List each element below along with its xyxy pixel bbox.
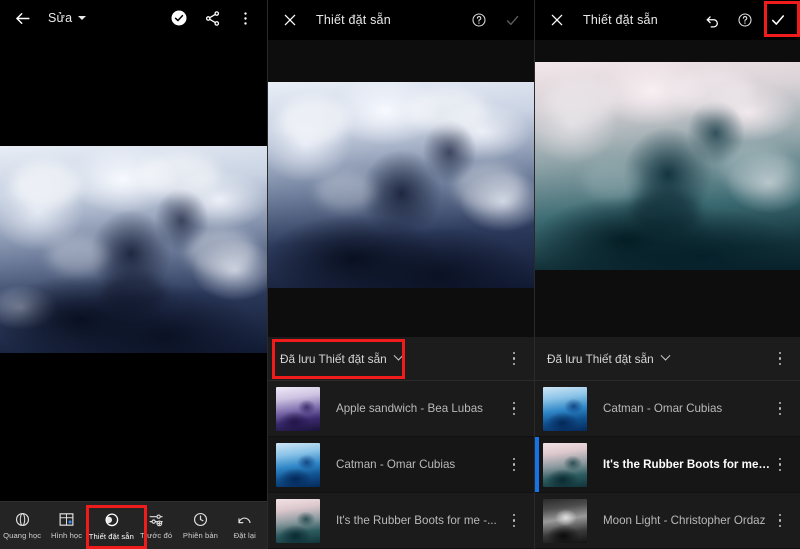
tool-previous[interactable]: Trước đó xyxy=(134,511,178,540)
panel-presets-browse: Thiết đặt sẵn xyxy=(267,0,534,549)
tool-label: Trước đó xyxy=(140,531,172,540)
tool-label: Hình học xyxy=(51,531,82,540)
saved-presets-label: Đã lưu Thiết đặt sẵn xyxy=(547,352,654,366)
panel-presets-applied: Thiết đặt sẵn xyxy=(534,0,800,549)
confirm-check-icon[interactable] xyxy=(500,8,524,32)
confirm-check-icon[interactable] xyxy=(766,8,790,32)
help-icon[interactable] xyxy=(467,8,491,32)
tool-presets[interactable]: Thiết đặt sẵn xyxy=(89,511,134,541)
saved-presets-label: Đã lưu Thiết đặt sẵn xyxy=(280,352,387,366)
previous-icon xyxy=(148,511,165,528)
presets-topbar: Thiết đặt sẵn xyxy=(268,0,534,40)
editor-title[interactable]: Sửa xyxy=(48,11,72,25)
chevron-down-icon[interactable] xyxy=(660,351,670,361)
preset-name: Catman - Omar Cubias xyxy=(336,458,505,471)
presets-applied-title: Thiết đặt sẵn xyxy=(583,13,658,27)
three-panel-tutorial-screenshot: Sửa xyxy=(0,0,800,549)
overflow-menu-icon[interactable] xyxy=(505,352,523,366)
chevron-down-icon[interactable] xyxy=(393,351,403,361)
overflow-menu-icon[interactable] xyxy=(505,458,523,472)
list-item[interactable]: Apple sandwich - Bea Lubas xyxy=(268,381,534,437)
close-icon[interactable] xyxy=(278,8,302,32)
tool-optics[interactable]: Quang học xyxy=(0,511,44,540)
presets-applied-topbar: Thiết đặt sẵn xyxy=(535,0,800,40)
tool-label: Đặt lại xyxy=(234,531,256,540)
overflow-menu-icon[interactable] xyxy=(505,514,523,528)
tool-label: Phiên bản xyxy=(183,531,218,540)
list-item[interactable]: Catman - Omar Cubias xyxy=(535,381,800,437)
preset-name: Moon Light - Christopher Ordaz xyxy=(603,514,771,527)
reset-icon xyxy=(236,511,253,528)
overflow-menu-icon[interactable] xyxy=(771,402,789,416)
preset-thumbnail xyxy=(543,387,587,431)
geometry-icon xyxy=(58,511,75,528)
tool-label: Quang học xyxy=(3,531,41,540)
caret-down-icon[interactable] xyxy=(78,16,86,20)
preset-name: Catman - Omar Cubias xyxy=(603,402,771,415)
list-item[interactable]: It's the Rubber Boots for me -... xyxy=(535,437,800,493)
versions-icon xyxy=(192,511,209,528)
presets-title: Thiết đặt sẵn xyxy=(316,13,391,27)
saved-presets-header[interactable]: Đã lưu Thiết đặt sẵn xyxy=(535,337,800,381)
preset-name: Apple sandwich - Bea Lubas xyxy=(336,402,505,415)
preset-list: Catman - Omar Cubias It's the Rubber Boo… xyxy=(535,381,800,549)
list-item[interactable]: Moon Light - Christopher Ordaz xyxy=(535,493,800,549)
optics-icon xyxy=(14,511,31,528)
overflow-menu-icon[interactable] xyxy=(505,402,523,416)
overflow-menu-icon[interactable] xyxy=(771,514,789,528)
share-icon[interactable] xyxy=(200,6,224,30)
tool-reset[interactable]: Đặt lại xyxy=(223,511,267,540)
preset-list: Apple sandwich - Bea Lubas Catman - Omar… xyxy=(268,381,534,549)
presets-icon xyxy=(102,511,120,529)
preset-name: It's the Rubber Boots for me -... xyxy=(603,458,771,471)
presets-applied-photo[interactable] xyxy=(535,62,800,270)
help-icon[interactable] xyxy=(733,8,757,32)
overflow-menu-icon[interactable] xyxy=(233,6,257,30)
check-circle-icon[interactable] xyxy=(167,6,191,30)
presets-preview-photo[interactable] xyxy=(268,82,534,288)
preset-thumbnail xyxy=(543,499,587,543)
editor-bottom-toolbar: Quang học Hình học xyxy=(0,501,267,549)
arrow-left-icon[interactable] xyxy=(10,6,34,30)
overflow-menu-icon[interactable] xyxy=(771,458,789,472)
overflow-menu-icon[interactable] xyxy=(771,352,789,366)
panel-editor: Sửa xyxy=(0,0,267,549)
tool-geometry[interactable]: Hình học xyxy=(44,511,88,540)
undo-icon[interactable] xyxy=(700,8,724,32)
tool-versions[interactable]: Phiên bản xyxy=(178,511,222,540)
list-item[interactable]: It's the Rubber Boots for me -... xyxy=(268,493,534,549)
preset-thumbnail xyxy=(276,387,320,431)
preset-name: It's the Rubber Boots for me -... xyxy=(336,514,505,527)
list-item[interactable]: Catman - Omar Cubias xyxy=(268,437,534,493)
preset-thumbnail xyxy=(276,443,320,487)
saved-presets-header[interactable]: Đã lưu Thiết đặt sẵn xyxy=(268,337,534,381)
tool-label: Thiết đặt sẵn xyxy=(89,532,134,541)
editor-photo[interactable] xyxy=(0,146,267,353)
editor-topbar: Sửa xyxy=(0,0,267,36)
preset-thumbnail xyxy=(276,499,320,543)
close-icon[interactable] xyxy=(545,8,569,32)
preset-thumbnail xyxy=(543,443,587,487)
